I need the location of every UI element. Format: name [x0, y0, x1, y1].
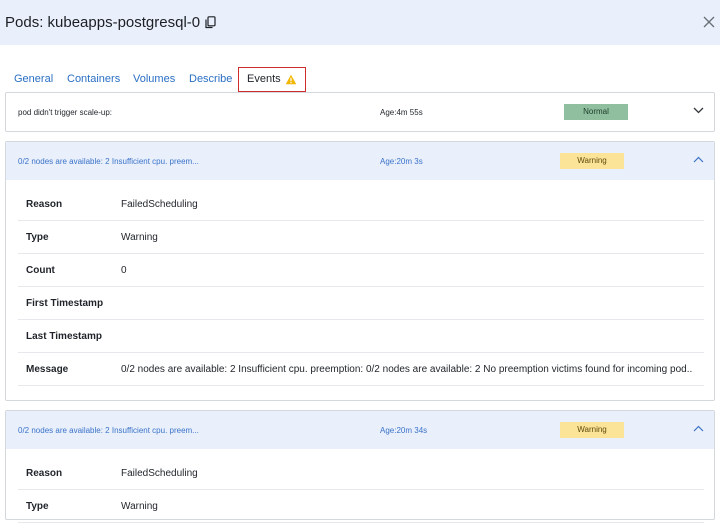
status-badge: Warning [560, 422, 624, 438]
detail-row-reason: Reason FailedScheduling [18, 188, 704, 221]
chevron-up-icon[interactable] [693, 156, 704, 163]
event-details: Reason FailedScheduling Type Warning Cou… [6, 180, 714, 386]
chevron-up-icon[interactable] [693, 425, 704, 432]
event-card: 0/2 nodes are available: 2 Insufficient … [5, 141, 715, 401]
detail-row-count: Count 0 [18, 254, 704, 287]
copy-icon[interactable] [205, 16, 216, 29]
detail-value: FailedScheduling [121, 468, 198, 479]
event-age: Age:20m 34s [380, 426, 428, 435]
event-card: 0/2 nodes are available: 2 Insufficient … [5, 410, 715, 523]
event-message: 0/2 nodes are available: 2 Insufficient … [18, 157, 199, 166]
detail-label: Reason [26, 199, 63, 210]
detail-label: Type [26, 232, 49, 243]
tab-events-label: Events [247, 73, 281, 85]
detail-row-type: Type Warning [18, 221, 704, 254]
detail-value: 0/2 nodes are available: 2 Insufficient … [121, 364, 693, 375]
detail-value: FailedScheduling [121, 199, 198, 210]
event-header[interactable]: 0/2 nodes are available: 2 Insufficient … [6, 411, 714, 449]
event-age: Age:4m 55s [380, 108, 423, 117]
close-icon[interactable] [702, 15, 716, 29]
tab-containers[interactable]: Containers [67, 67, 120, 92]
dialog-title: Pods: kubeapps-postgresql-0 [5, 14, 216, 31]
tab-events[interactable]: Events [238, 67, 306, 92]
tab-volumes[interactable]: Volumes [133, 67, 175, 92]
event-header[interactable]: pod didn't trigger scale-up: Age:4m 55s … [6, 93, 714, 131]
dialog-header: Pods: kubeapps-postgresql-0 [0, 0, 720, 45]
detail-label: Last Timestamp [26, 331, 102, 342]
detail-row-reason: Reason FailedScheduling [18, 457, 704, 490]
status-badge: Warning [560, 153, 624, 169]
event-message: pod didn't trigger scale-up: [18, 108, 113, 117]
page-title: Pods: kubeapps-postgresql-0 [5, 14, 201, 31]
chevron-down-icon[interactable] [693, 107, 704, 114]
detail-row-first-timestamp: First Timestamp [18, 287, 704, 320]
detail-value: Warning [121, 232, 158, 243]
detail-label: Count [26, 265, 55, 276]
event-card: pod didn't trigger scale-up: Age:4m 55s … [5, 92, 715, 132]
detail-row-last-timestamp: Last Timestamp [18, 320, 704, 353]
event-details: Reason FailedScheduling Type Warning [6, 449, 714, 523]
detail-value: 0 [121, 265, 127, 276]
detail-label: First Timestamp [26, 298, 104, 309]
event-message: 0/2 nodes are available: 2 Insufficient … [18, 426, 199, 435]
detail-label: Reason [26, 468, 63, 479]
status-badge: Normal [564, 104, 628, 120]
detail-label: Message [26, 364, 69, 375]
tab-describe[interactable]: Describe [189, 67, 232, 92]
tab-general[interactable]: General [14, 67, 53, 92]
detail-row-message: Message 0/2 nodes are available: 2 Insuf… [18, 353, 704, 386]
event-age: Age:20m 3s [380, 157, 423, 166]
event-header[interactable]: 0/2 nodes are available: 2 Insufficient … [6, 142, 714, 180]
warning-icon [285, 74, 297, 85]
